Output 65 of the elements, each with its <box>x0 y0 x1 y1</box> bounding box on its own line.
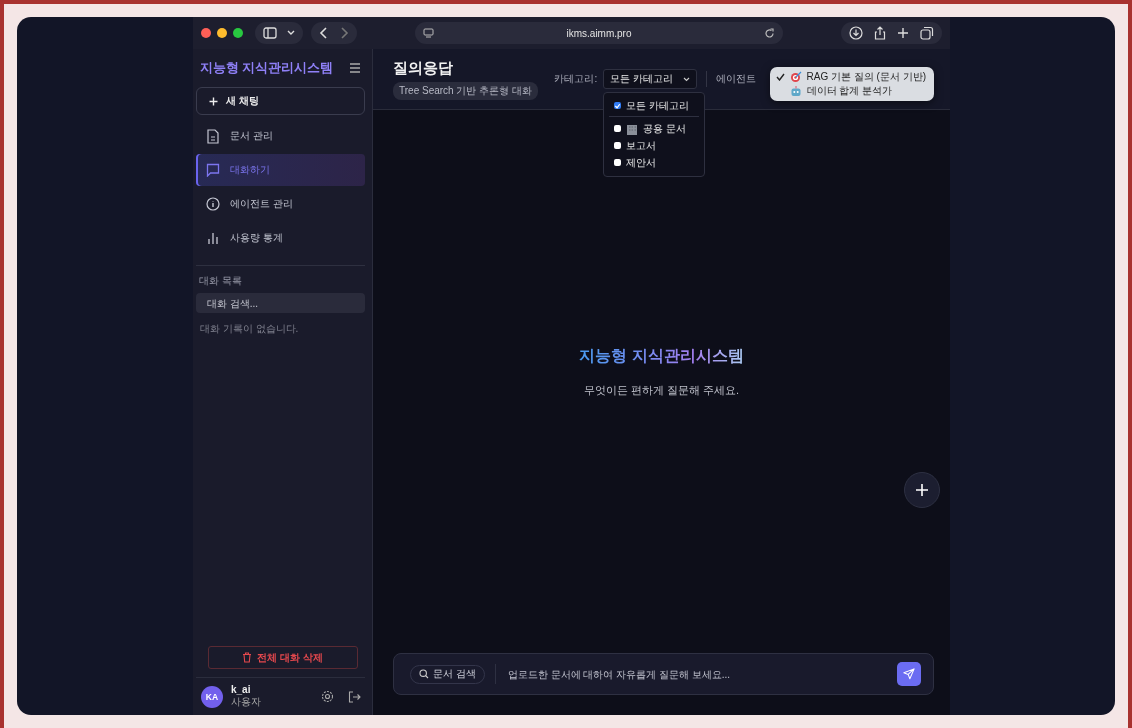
send-icon <box>903 667 915 681</box>
building-icon <box>626 122 639 135</box>
agent-option[interactable]: 데이터 합계 분석가 <box>769 84 934 98</box>
bar-chart-icon <box>206 231 220 245</box>
page-icon <box>423 28 434 38</box>
add-button[interactable] <box>904 472 940 508</box>
share-icon[interactable] <box>874 26 886 40</box>
page-title: 질의응답 <box>393 58 453 78</box>
send-button[interactable] <box>897 662 921 686</box>
agent-label: 에이전트 <box>716 72 756 86</box>
message-field[interactable]: 업로드한 문서에 대하여 자유롭게 질문해 보세요... <box>505 667 887 681</box>
checkbox[interactable] <box>614 102 622 109</box>
agent-option[interactable]: RAG 기본 질의 (문서 기반) <box>769 70 934 84</box>
search-icon <box>419 669 429 679</box>
category-option[interactable]: 제안서 <box>604 154 705 171</box>
target-icon <box>789 71 802 83</box>
category-label: 카테고리: <box>554 72 598 86</box>
user-name: k_ai <box>231 684 252 695</box>
logout-icon[interactable] <box>348 690 361 703</box>
category-dropdown[interactable]: 모든 카테고리 <box>603 69 697 89</box>
reload-icon[interactable] <box>764 27 775 39</box>
sidebar-item[interactable]: 문서 관리 <box>196 120 365 152</box>
category-option[interactable]: 보고서 <box>604 137 705 154</box>
maximize-icon[interactable] <box>233 28 243 38</box>
plus-icon <box>915 483 929 497</box>
download-icon[interactable] <box>849 26 863 40</box>
chat-icon <box>206 163 220 177</box>
category-option[interactable]: 공용 문서 <box>604 120 705 137</box>
robot-icon <box>789 85 802 97</box>
sidebar-item[interactable]: 사용량 통계 <box>196 222 365 254</box>
user-avatar: KA <box>201 685 223 708</box>
checkbox[interactable] <box>614 159 622 166</box>
chevron-down-icon <box>287 30 295 36</box>
app-logo: 지능형 지식관리시스템 <box>200 59 334 77</box>
close-icon[interactable] <box>201 28 211 38</box>
user-role: 사용자 <box>231 695 262 709</box>
plus-icon <box>209 96 218 106</box>
checkbox[interactable] <box>614 125 622 132</box>
back-icon[interactable] <box>319 27 329 39</box>
trash-icon <box>242 652 253 663</box>
welcome-subtitle: 무엇이든 편하게 질문해 주세요. <box>583 382 740 398</box>
chevron-down-icon <box>683 76 690 82</box>
checkbox[interactable] <box>614 142 622 149</box>
new-chat-button[interactable]: 새 채팅 <box>196 87 365 115</box>
search-field[interactable]: 대화 검색... <box>196 293 365 313</box>
address-bar[interactable]: ikms.aimm.pro <box>415 22 783 44</box>
sidebar-item[interactable]: 에이전트 관리 <box>196 188 365 220</box>
sidebar-item[interactable]: 대화하기 <box>196 154 365 186</box>
menu-icon[interactable] <box>349 63 361 73</box>
section-label: 대화 목록 <box>198 274 243 288</box>
subtitle-chip: Tree Search 기반 추론형 대화 <box>393 81 538 100</box>
forward-icon[interactable] <box>339 27 349 39</box>
delete-all-button[interactable]: 전체 대화 삭제 <box>207 646 358 669</box>
sidebar-icon <box>263 27 277 39</box>
category-option[interactable]: 모든 카테고리 <box>604 97 705 114</box>
empty-message: 대화 기록이 없습니다. <box>199 322 300 336</box>
minimize-icon[interactable] <box>217 28 227 38</box>
document-icon <box>206 128 220 144</box>
settings-icon[interactable] <box>321 690 334 703</box>
checkmark-icon <box>775 73 785 81</box>
tabs-icon[interactable] <box>920 26 934 40</box>
info-icon <box>206 197 220 211</box>
sidebar-toggle-button[interactable] <box>255 22 303 44</box>
new-tab-icon[interactable] <box>897 27 909 39</box>
welcome-title: 지능형 지식관리시스템 <box>579 345 744 367</box>
